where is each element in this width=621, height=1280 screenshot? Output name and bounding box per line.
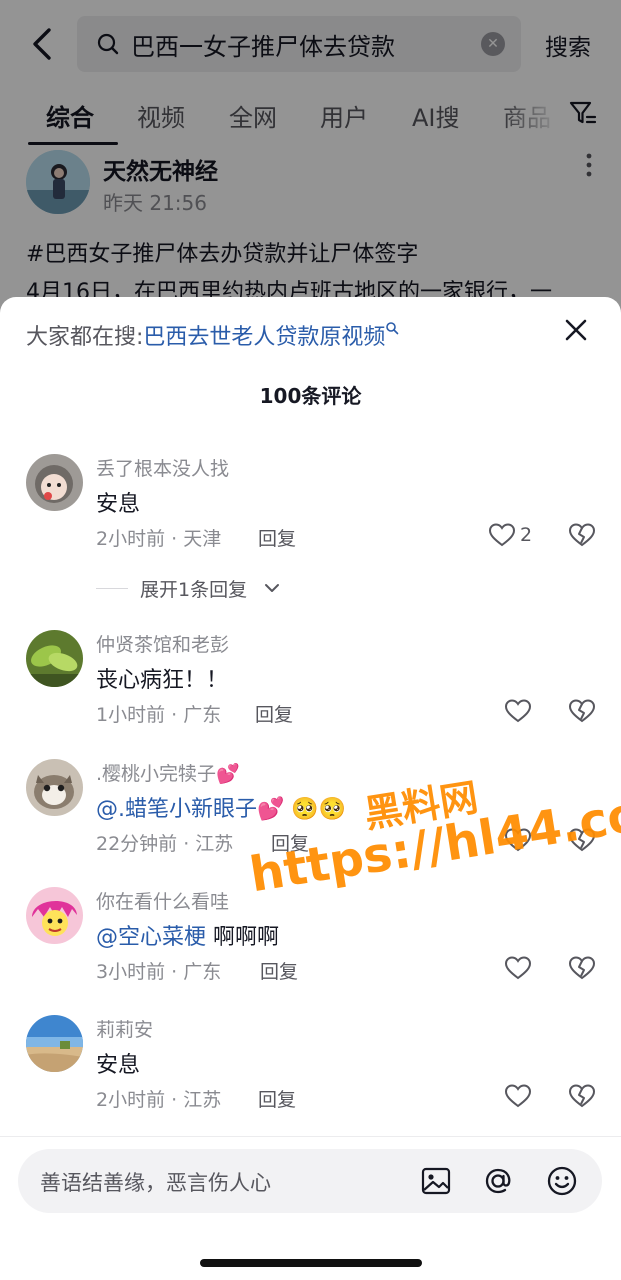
reply-button[interactable]: 回复 <box>260 957 298 984</box>
comment-mention[interactable]: @空心菜梗 <box>96 925 206 950</box>
dislike-icon[interactable] <box>568 955 596 981</box>
home-indicator[interactable] <box>200 1259 422 1267</box>
comment-text: 安息 <box>96 1053 141 1078</box>
comment-meta: 2小时前 · 江苏 <box>96 1089 222 1111</box>
input-divider <box>0 1136 621 1137</box>
image-icon[interactable] <box>420 1165 452 1197</box>
comment-meta: 1小时前 · 广东 <box>96 704 222 726</box>
reply-button[interactable]: 回复 <box>258 1085 296 1112</box>
comment-input[interactable]: 善语结善缘，恶言伤人心 <box>18 1149 602 1213</box>
comment-item[interactable]: 丢了根本没人找 安息 2小时前 · 天津 回复 2 <box>0 454 621 554</box>
commenter-name[interactable]: 仲贤茶馆和老彭 <box>96 630 229 657</box>
chevron-down-icon <box>264 580 280 596</box>
expand-replies-button[interactable]: 展开1条回复 <box>96 575 396 601</box>
comment-text: 安息 <box>96 492 141 517</box>
commenter-name[interactable]: .樱桃小完犊子💕 <box>96 759 240 786</box>
hot-search-prefix: 大家都在搜: <box>26 325 144 350</box>
comment-text: @.蜡笔小新眼子💕 🥺🥺 <box>96 791 346 823</box>
commenter-name[interactable]: 莉莉安 <box>96 1015 153 1042</box>
heart-icon[interactable] <box>504 955 532 981</box>
comment-text-rest: 🥺🥺 <box>284 797 347 822</box>
dislike-icon[interactable] <box>568 1083 596 1109</box>
comment-mention[interactable]: @.蜡笔小新眼子💕 <box>96 797 284 822</box>
comments-sheet: 大家都在搜:巴西去世老人贷款原视频 100条评论 丢了根本没人找 安息 2小时前… <box>0 297 621 1280</box>
commenter-name[interactable]: 丢了根本没人找 <box>96 454 229 481</box>
commenter-avatar[interactable] <box>26 759 83 816</box>
comment-item[interactable]: 莉莉安 安息 2小时前 · 江苏 回复 <box>0 1015 621 1115</box>
comment-meta: 2小时前 · 天津 <box>96 528 222 550</box>
reply-button[interactable]: 回复 <box>258 524 296 551</box>
close-icon[interactable] <box>563 317 589 343</box>
comment-text: @空心菜梗 啊啊啊 <box>96 919 279 951</box>
comment-item[interactable]: 仲贤茶馆和老彭 丧心病狂！！ 1小时前 · 广东 回复 <box>0 630 621 730</box>
dislike-icon[interactable] <box>568 698 596 724</box>
comment-text-rest: 啊啊啊 <box>206 925 280 950</box>
heart-icon[interactable] <box>504 698 532 724</box>
dislike-icon[interactable] <box>568 522 596 548</box>
commenter-avatar[interactable] <box>26 454 83 511</box>
reply-button[interactable]: 回复 <box>255 700 293 727</box>
comment-count-title: 100条评论 <box>259 384 362 408</box>
comment-meta: 3小时前 · 广东 <box>96 961 222 983</box>
like-count: 2 <box>520 524 533 546</box>
commenter-avatar[interactable] <box>26 887 83 944</box>
emoji-icon[interactable] <box>546 1165 578 1197</box>
heart-icon[interactable] <box>488 522 516 548</box>
commenter-avatar[interactable] <box>26 630 83 687</box>
comment-meta: 22分钟前 · 江苏 <box>96 833 234 855</box>
search-icon <box>386 322 399 335</box>
at-icon[interactable] <box>482 1165 514 1197</box>
hot-search-suggestion[interactable]: 大家都在搜:巴西去世老人贷款原视频 <box>26 319 399 351</box>
comment-item[interactable]: 你在看什么看哇 @空心菜梗 啊啊啊 3小时前 · 广东 回复 <box>0 887 621 987</box>
expand-replies-label: 展开1条回复 <box>140 579 248 601</box>
expand-divider-line <box>96 588 128 589</box>
commenter-name[interactable]: 你在看什么看哇 <box>96 887 229 914</box>
heart-icon[interactable] <box>504 1083 532 1109</box>
comment-input-placeholder: 善语结善缘，恶言伤人心 <box>40 1171 271 1195</box>
commenter-avatar[interactable] <box>26 1015 83 1072</box>
comment-text: 丧心病狂！！ <box>96 668 229 693</box>
hot-search-link[interactable]: 巴西去世老人贷款原视频 <box>143 325 385 350</box>
